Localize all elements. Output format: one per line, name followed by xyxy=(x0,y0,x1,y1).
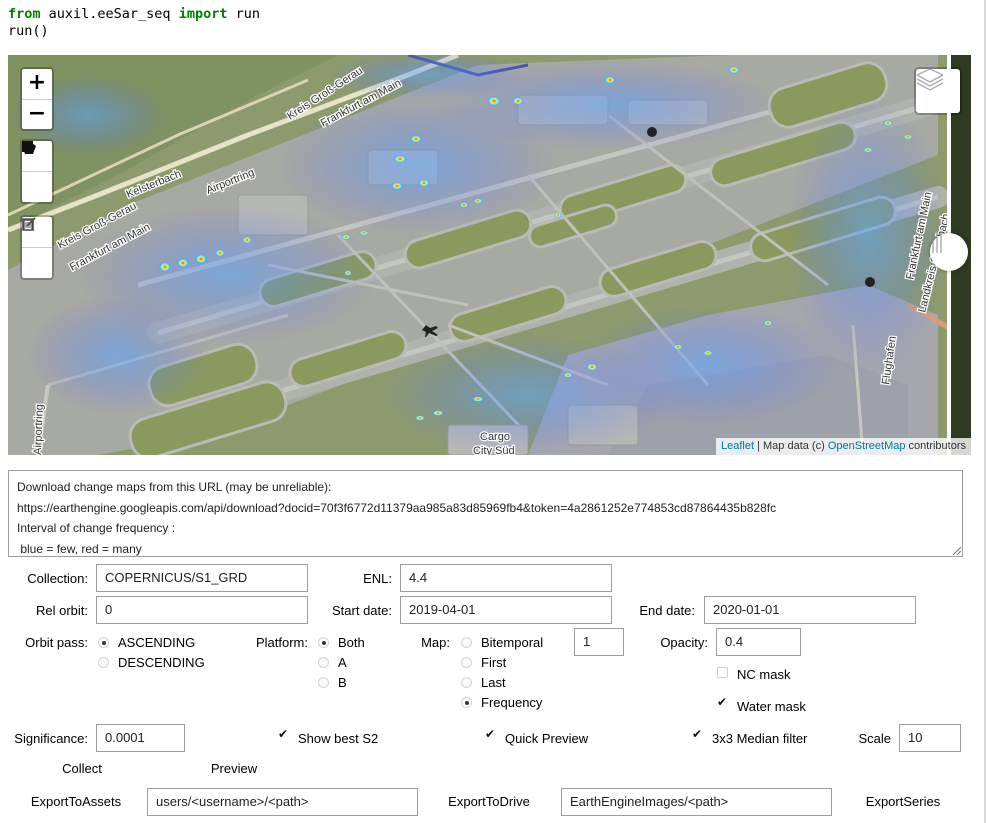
orbit-pass-label: Orbit pass: xyxy=(25,635,88,650)
edit-toolbar xyxy=(20,215,54,280)
quick-preview-checkbox[interactable] xyxy=(485,727,496,742)
drag-handle-icon xyxy=(932,233,942,253)
map-label-cargo: Cargo xyxy=(480,431,510,443)
map-first-radio[interactable] xyxy=(461,657,472,668)
end-date-input[interactable]: 2020-01-01 xyxy=(704,596,916,624)
quick-preview-label[interactable]: Quick Preview xyxy=(505,731,588,746)
square-icon xyxy=(22,141,33,152)
platform-b-radio[interactable] xyxy=(318,677,329,688)
platform-both-label[interactable]: Both xyxy=(338,635,365,650)
split-map-handle[interactable] xyxy=(930,233,968,271)
export-series-button[interactable]: ExportSeries xyxy=(845,788,961,816)
layers-icon xyxy=(916,69,944,91)
significance-input[interactable]: 0.0001 xyxy=(96,724,185,752)
output-line-1: Download change maps from this URL (may … xyxy=(17,480,332,494)
zoom-in-button[interactable]: + xyxy=(22,69,52,99)
map-last-radio[interactable] xyxy=(461,677,472,688)
orbit-pass-descending-radio[interactable] xyxy=(98,657,109,668)
opacity-input[interactable]: 0.4 xyxy=(716,628,801,656)
start-date-input[interactable]: 2019-04-01 xyxy=(400,596,612,624)
platform-label: Platform: xyxy=(255,635,308,650)
attribution-suffix: contributors xyxy=(905,440,966,452)
code-keyword-from: from xyxy=(8,6,41,22)
scale-input[interactable]: 10 xyxy=(899,724,961,752)
leaflet-link[interactable]: Leaflet xyxy=(721,440,754,452)
map-type-label: Map: xyxy=(421,635,450,650)
map-tiles: Kreis Groß-Gerau Frankfurt am Main Kelst… xyxy=(8,55,971,455)
show-best-s2-label[interactable]: Show best S2 xyxy=(298,731,378,746)
map-frequency-radio[interactable] xyxy=(461,697,472,708)
code-call: run() xyxy=(8,23,49,39)
nc-mask-checkbox[interactable] xyxy=(717,667,728,678)
map-index-input[interactable]: 1 xyxy=(574,628,624,656)
zoom-control: + − xyxy=(20,67,54,131)
code-function-name: run xyxy=(227,6,260,22)
output-line-3: Interval of change frequency : xyxy=(17,521,176,535)
attribution-text: | Map data (c) xyxy=(754,440,828,452)
draw-rectangle-button[interactable] xyxy=(22,141,52,202)
map-last-label[interactable]: Last xyxy=(481,675,506,690)
show-best-s2-checkbox[interactable] xyxy=(278,727,289,742)
code-module: auxil.eeSar_seq xyxy=(40,6,179,22)
collect-button[interactable]: Collect xyxy=(32,755,132,783)
zoom-out-button[interactable]: − xyxy=(22,99,52,130)
collection-label: Collection: xyxy=(27,571,88,586)
orbit-pass-descending-label[interactable]: DESCENDING xyxy=(118,655,205,670)
map-widget[interactable]: Kreis Groß-Gerau Frankfurt am Main Kelst… xyxy=(8,55,971,455)
scale-label: Scale xyxy=(858,731,891,746)
resize-grip-icon[interactable] xyxy=(953,547,961,555)
output-line-4: blue = few, red = many xyxy=(17,541,142,556)
map-attribution: Leaflet | Map data (c) OpenStreetMap con… xyxy=(716,438,971,455)
orbit-pass-ascending-label[interactable]: ASCENDING xyxy=(118,635,195,650)
draw-toolbar xyxy=(20,139,54,204)
code-keyword-import: import xyxy=(178,6,228,22)
preview-button[interactable]: Preview xyxy=(184,755,284,783)
map-frequency-label[interactable]: Frequency xyxy=(481,695,542,710)
map-bitemporal-label[interactable]: Bitemporal xyxy=(481,635,543,650)
collection-input[interactable]: COPERNICUS/S1_GRD xyxy=(96,564,308,592)
rel-orbit-input[interactable]: 0 xyxy=(96,596,308,624)
export-to-assets-button[interactable]: ExportToAssets xyxy=(16,788,136,816)
platform-both-radio[interactable] xyxy=(318,637,329,648)
drive-path-input[interactable]: EarthEngineImages/<path> xyxy=(561,788,832,816)
significance-label: Significance: xyxy=(14,731,88,746)
water-mask-label[interactable]: Water mask xyxy=(737,699,806,714)
end-date-label: End date: xyxy=(639,603,695,618)
water-mask-checkbox[interactable] xyxy=(717,695,728,710)
enl-label: ENL: xyxy=(363,571,392,586)
median-filter-label[interactable]: 3x3 Median filter xyxy=(712,731,807,746)
map-first-label[interactable]: First xyxy=(481,655,506,670)
platform-a-label[interactable]: A xyxy=(338,655,347,670)
code-cell: from auxil.eeSar_seq import run run() xyxy=(8,6,260,40)
delete-layers-button[interactable] xyxy=(22,218,52,278)
median-filter-checkbox[interactable] xyxy=(692,727,703,742)
osm-link[interactable]: OpenStreetMap xyxy=(828,440,906,452)
map-label-airportring-left: Airportring xyxy=(32,404,46,455)
rel-orbit-label: Rel orbit: xyxy=(35,603,88,618)
export-to-drive-button[interactable]: ExportToDrive xyxy=(430,788,548,816)
nc-mask-label[interactable]: NC mask xyxy=(737,667,790,682)
layers-button[interactable] xyxy=(914,67,962,115)
output-textarea[interactable]: Download change maps from this URL (may … xyxy=(8,470,963,557)
map-label-city-sud: City Süd xyxy=(473,445,515,455)
start-date-label: Start date: xyxy=(332,603,392,618)
platform-b-label[interactable]: B xyxy=(338,675,347,690)
assets-path-input[interactable]: users/<username>/<path> xyxy=(147,788,418,816)
enl-input[interactable]: 4.4 xyxy=(400,564,612,592)
opacity-label: Opacity: xyxy=(660,635,708,650)
output-line-url: https://earthengine.googleapis.com/api/d… xyxy=(17,500,777,515)
platform-a-radio[interactable] xyxy=(318,657,329,668)
orbit-pass-ascending-radio[interactable] xyxy=(98,637,109,648)
trash-icon xyxy=(22,218,34,231)
map-bitemporal-radio[interactable] xyxy=(461,637,472,648)
